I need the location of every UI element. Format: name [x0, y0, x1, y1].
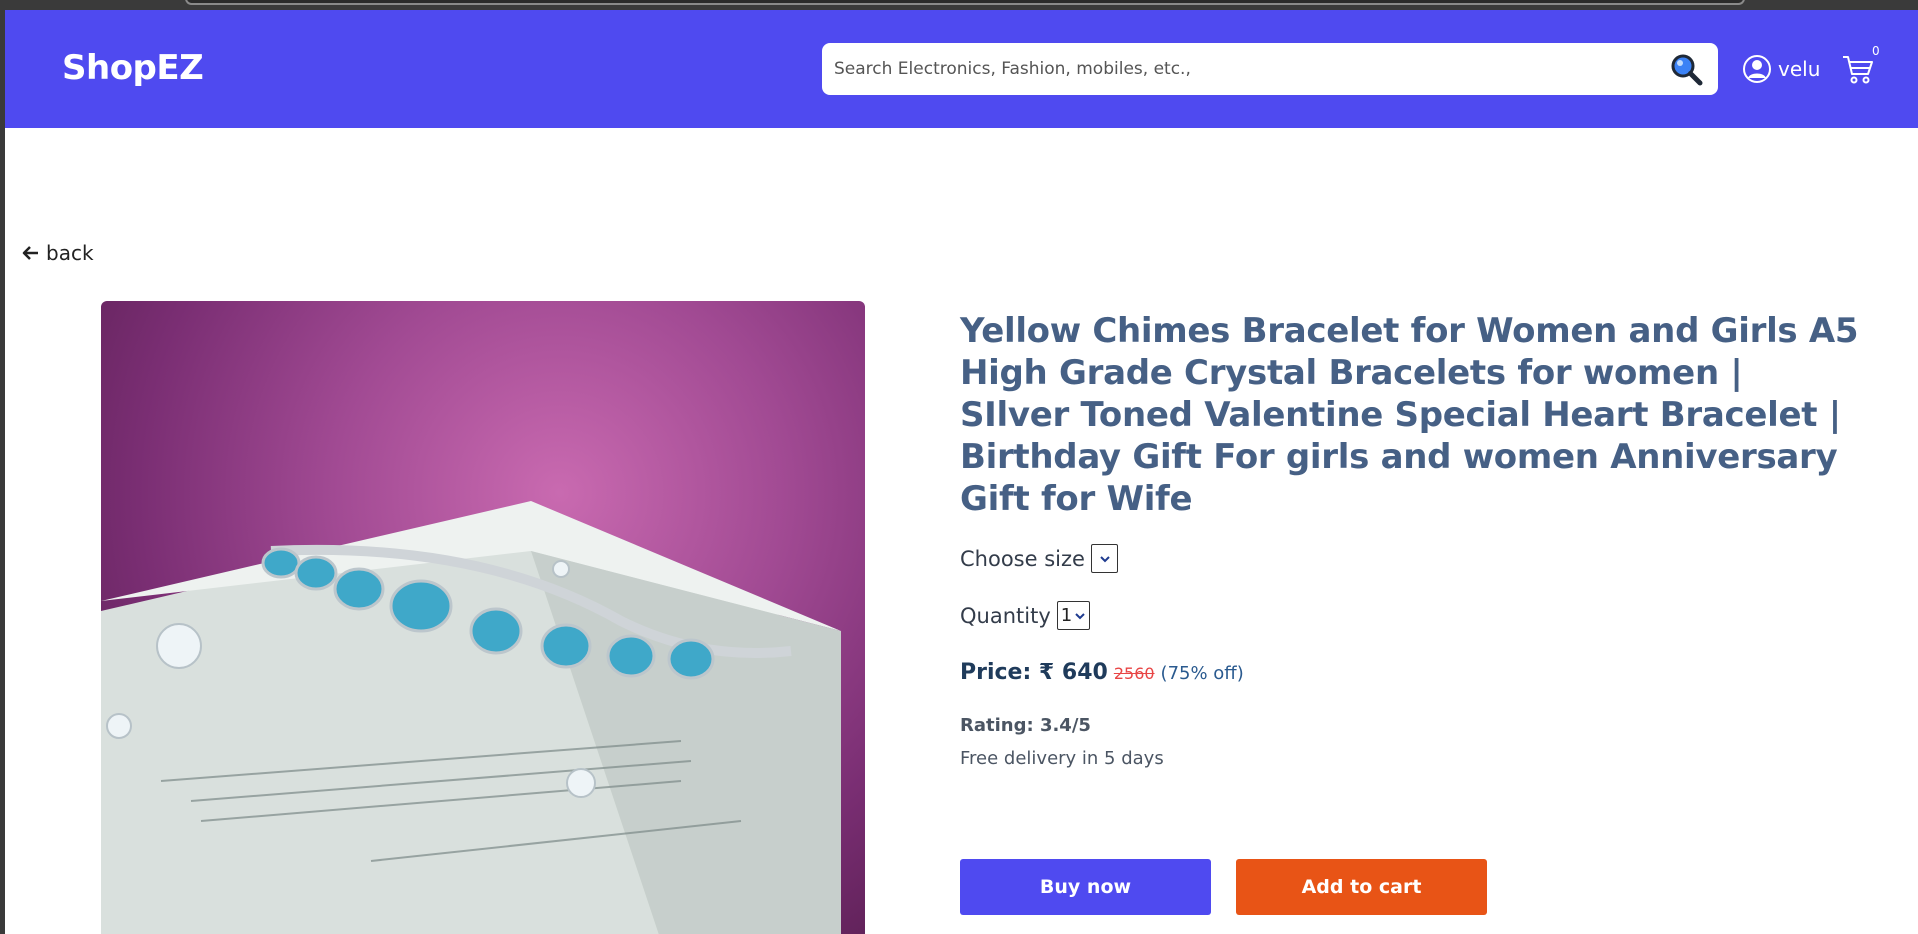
search-input[interactable] — [834, 43, 1654, 95]
price: Price: ₹ 640 — [960, 660, 1108, 685]
search-bar — [822, 43, 1718, 95]
brand-logo[interactable]: ShopEZ — [62, 48, 204, 88]
search-icon[interactable] — [1668, 51, 1704, 87]
chevron-down-icon — [1075, 612, 1085, 619]
delivery-info: Free delivery in 5 days — [960, 748, 1164, 769]
quantity-value: 1 — [1060, 605, 1073, 626]
buy-now-button[interactable]: Buy now — [960, 859, 1211, 915]
quantity-row: Quantity 1 — [960, 601, 1860, 630]
back-label: back — [46, 241, 94, 265]
user-icon — [1743, 55, 1771, 83]
product-image — [101, 301, 865, 934]
size-select[interactable] — [1090, 544, 1118, 573]
back-link[interactable]: back — [22, 241, 94, 265]
navbar: ShopEZ velu 0 — [5, 10, 1918, 128]
bracelet-product-photo — [101, 501, 841, 934]
size-row: Choose size — [960, 544, 1860, 573]
chevron-down-icon — [1100, 555, 1111, 562]
quantity-select[interactable]: 1 — [1056, 601, 1091, 630]
cart-count-badge: 0 — [1872, 44, 1880, 58]
product-title: Yellow Chimes Bracelet for Women and Gir… — [960, 311, 1859, 519]
user-profile[interactable]: velu — [1742, 52, 1820, 86]
original-price: 2560 — [1113, 664, 1155, 683]
page: ShopEZ velu 0 — [5, 10, 1918, 934]
price-row: Price: ₹ 640 2560 (75% off) — [960, 660, 1860, 685]
discount-label: (75% off) — [1160, 663, 1244, 684]
size-label: Choose size — [960, 546, 1085, 571]
product-details: Yellow Chimes Bracelet for Women and Gir… — [960, 310, 1860, 769]
action-buttons: Buy now Add to cart — [960, 859, 1487, 915]
cart-icon[interactable] — [1841, 52, 1875, 86]
rating: Rating: 3.4/5 — [960, 715, 1091, 736]
username: velu — [1778, 57, 1821, 81]
browser-address-bar — [185, 0, 1745, 5]
quantity-label: Quantity — [960, 603, 1051, 628]
add-to-cart-button[interactable]: Add to cart — [1236, 859, 1487, 915]
arrow-left-icon — [22, 246, 38, 260]
